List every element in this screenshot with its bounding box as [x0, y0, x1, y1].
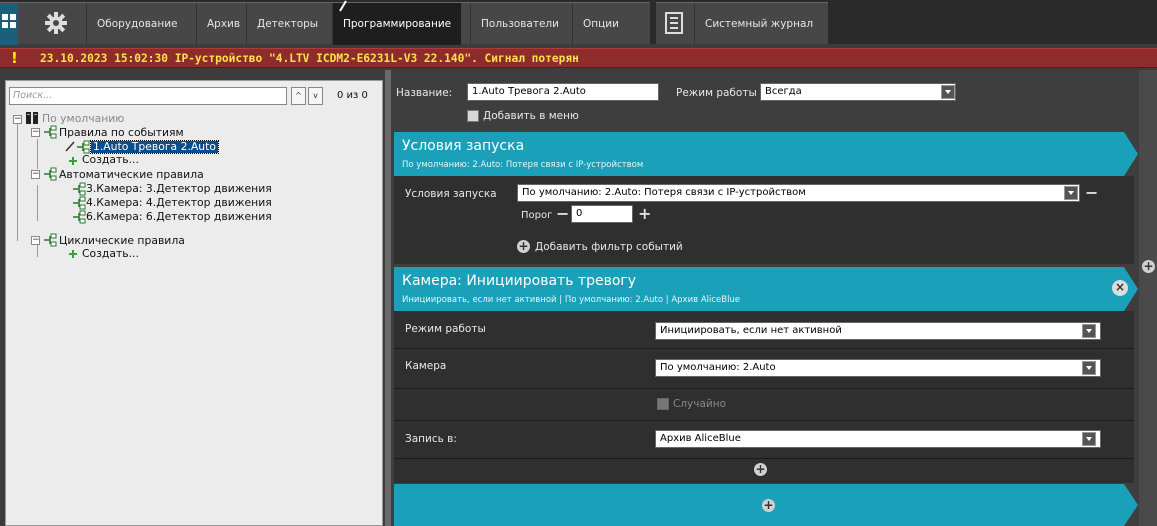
action-mode-label: Режим работы: [405, 323, 486, 335]
camera-label: Камера: [405, 360, 447, 372]
tree-create-cyclic-rule[interactable]: Создать...: [82, 248, 139, 260]
action-title: Камера: Инициировать тревогу: [402, 273, 637, 289]
gear-icon: [45, 12, 67, 34]
journal-icon: [665, 12, 683, 34]
alert-icon: !: [11, 49, 18, 67]
expand-auto-rules[interactable]: −: [31, 170, 40, 179]
camera-dropdown[interactable]: [1082, 361, 1096, 375]
threshold-decrement[interactable]: −: [556, 206, 569, 222]
mode-dropdown-button[interactable]: [941, 85, 955, 99]
tree-auto-rules[interactable]: Автоматические правила: [59, 169, 204, 181]
expand-event-rules[interactable]: −: [31, 128, 40, 137]
random-label: Случайно: [673, 398, 727, 410]
rule-icon: [73, 210, 86, 224]
rules-group-icon: [44, 233, 57, 247]
add-action-button[interactable]: +: [762, 499, 775, 512]
add-parameter-button[interactable]: +: [754, 463, 767, 476]
trigger-header-arrow: [1124, 132, 1138, 176]
threshold-label: Порог: [521, 210, 553, 221]
name-input[interactable]: 1.Auto Тревога 2.Auto: [467, 83, 659, 101]
expand-root[interactable]: −: [13, 115, 22, 124]
row-divider: [394, 420, 1134, 421]
action-section-header[interactable]: Камера: Инициировать тревогу Инициироват…: [394, 267, 1124, 311]
record-select[interactable]: Архив AliceBlue: [655, 430, 1101, 448]
rule-icon: [73, 196, 86, 210]
rule-icon: [73, 182, 86, 196]
tree-create-event-rule[interactable]: Создать...: [82, 154, 139, 166]
tab-archive[interactable]: Архив: [196, 3, 250, 45]
search-input[interactable]: Поиск...: [9, 87, 287, 105]
threshold-input[interactable]: 0: [571, 205, 633, 223]
add-icon: [69, 157, 77, 165]
top-navigation: Оборудование Архив Детекторы Программиро…: [0, 0, 1157, 45]
right-rail: [1139, 70, 1157, 526]
add-action-bar[interactable]: [394, 484, 1124, 526]
add-menu-checkbox[interactable]: [467, 110, 479, 122]
edit-rule-icon: [65, 141, 75, 152]
name-label: Название:: [396, 87, 453, 99]
main-tabs: Оборудование Архив Детекторы Программиро…: [0, 0, 650, 45]
tree-event-rule-1[interactable]: 1.Auto Тревога 2.Auto: [90, 140, 219, 154]
expand-cyclic-rules[interactable]: −: [31, 236, 40, 245]
search-count: 0 из 0: [337, 90, 368, 101]
row-divider: [394, 388, 1134, 389]
search-prev-button[interactable]: ^: [291, 87, 306, 105]
server-icon: [26, 112, 38, 124]
tab-detectors[interactable]: Детекторы: [246, 3, 328, 45]
rule-icon: [77, 140, 90, 154]
trigger-condition-select[interactable]: По умолчанию: 2.Auto: Потеря связи с IP-…: [517, 184, 1080, 202]
threshold-increment[interactable]: +: [638, 206, 651, 222]
trigger-section-header[interactable]: Условия запуска По умолчанию: 2.Auto: По…: [394, 132, 1124, 176]
home-button[interactable]: [0, 3, 18, 45]
remove-condition-button[interactable]: −: [1085, 185, 1098, 201]
rules-group-icon: [44, 125, 57, 139]
tab-options[interactable]: Опции: [572, 3, 629, 45]
record-label: Запись в:: [405, 433, 457, 445]
mode-select[interactable]: Всегда: [760, 83, 956, 101]
mode-label: Режим работы: [676, 87, 757, 99]
add-filter-link[interactable]: Добавить фильтр событий: [535, 241, 683, 253]
trigger-subtitle: По умолчанию: 2.Auto: Потеря связи с IP-…: [402, 160, 644, 170]
add-action-arrow: [1124, 484, 1138, 526]
action-mode-dropdown[interactable]: [1082, 324, 1096, 338]
add-menu-label: Добавить в меню: [483, 110, 579, 122]
tree-cyclic-rules[interactable]: Циклические правила: [59, 235, 185, 247]
trigger-condition-label: Условия запуска: [405, 188, 497, 200]
add-icon: [69, 250, 77, 258]
tree-auto-rule-2[interactable]: 4.Камера: 4.Детектор движения: [86, 197, 272, 209]
rules-tree-panel: Поиск... ^ v 0 из 0 − По умолчанию − Пра…: [5, 80, 383, 526]
search-next-button[interactable]: v: [308, 87, 323, 105]
camera-select[interactable]: По умолчанию: 2.Auto: [655, 359, 1101, 377]
grid-icon: [2, 14, 16, 28]
add-filter-icon[interactable]: +: [517, 240, 530, 253]
expand-panel-button[interactable]: +: [1142, 260, 1155, 273]
tab-users[interactable]: Пользователи: [470, 3, 569, 45]
rule-editor: Название: 1.Auto Тревога 2.Auto Режим ра…: [391, 70, 1157, 526]
tab-equipment[interactable]: Оборудование: [86, 3, 188, 45]
tree-event-rules[interactable]: Правила по событиям: [59, 127, 184, 139]
action-mode-select[interactable]: Инициировать, если нет активной: [655, 322, 1101, 340]
random-checkbox[interactable]: [657, 398, 669, 410]
record-dropdown[interactable]: [1082, 432, 1096, 446]
trigger-condition-dropdown[interactable]: [1064, 186, 1078, 200]
row-divider: [394, 348, 1134, 349]
action-subtitle: Инициировать, если нет активной | По умо…: [402, 295, 741, 305]
tree-auto-rule-3[interactable]: 6.Камера: 6.Детектор движения: [86, 211, 272, 223]
tree-auto-rule-1[interactable]: 3.Камера: 3.Детектор движения: [86, 183, 272, 195]
tab-system-journal[interactable]: Системный журнал: [694, 3, 823, 45]
alert-bar[interactable]: ! 23.10.2023 15:02:30 IP-устройство "4.L…: [0, 48, 1157, 68]
trigger-title: Условия запуска: [402, 138, 525, 154]
rules-group-icon: [44, 167, 57, 181]
journal-tab-group: Системный журнал: [656, 2, 828, 45]
tab-programming[interactable]: Программирование: [332, 3, 462, 45]
tree-root[interactable]: По умолчанию: [42, 113, 124, 125]
row-divider: [394, 458, 1134, 459]
pencil-icon: [339, 0, 347, 12]
settings-button[interactable]: [44, 10, 68, 36]
alert-message[interactable]: 23.10.2023 15:02:30 IP-устройство "4.LTV…: [40, 49, 579, 68]
remove-action-button[interactable]: ×: [1112, 280, 1128, 296]
